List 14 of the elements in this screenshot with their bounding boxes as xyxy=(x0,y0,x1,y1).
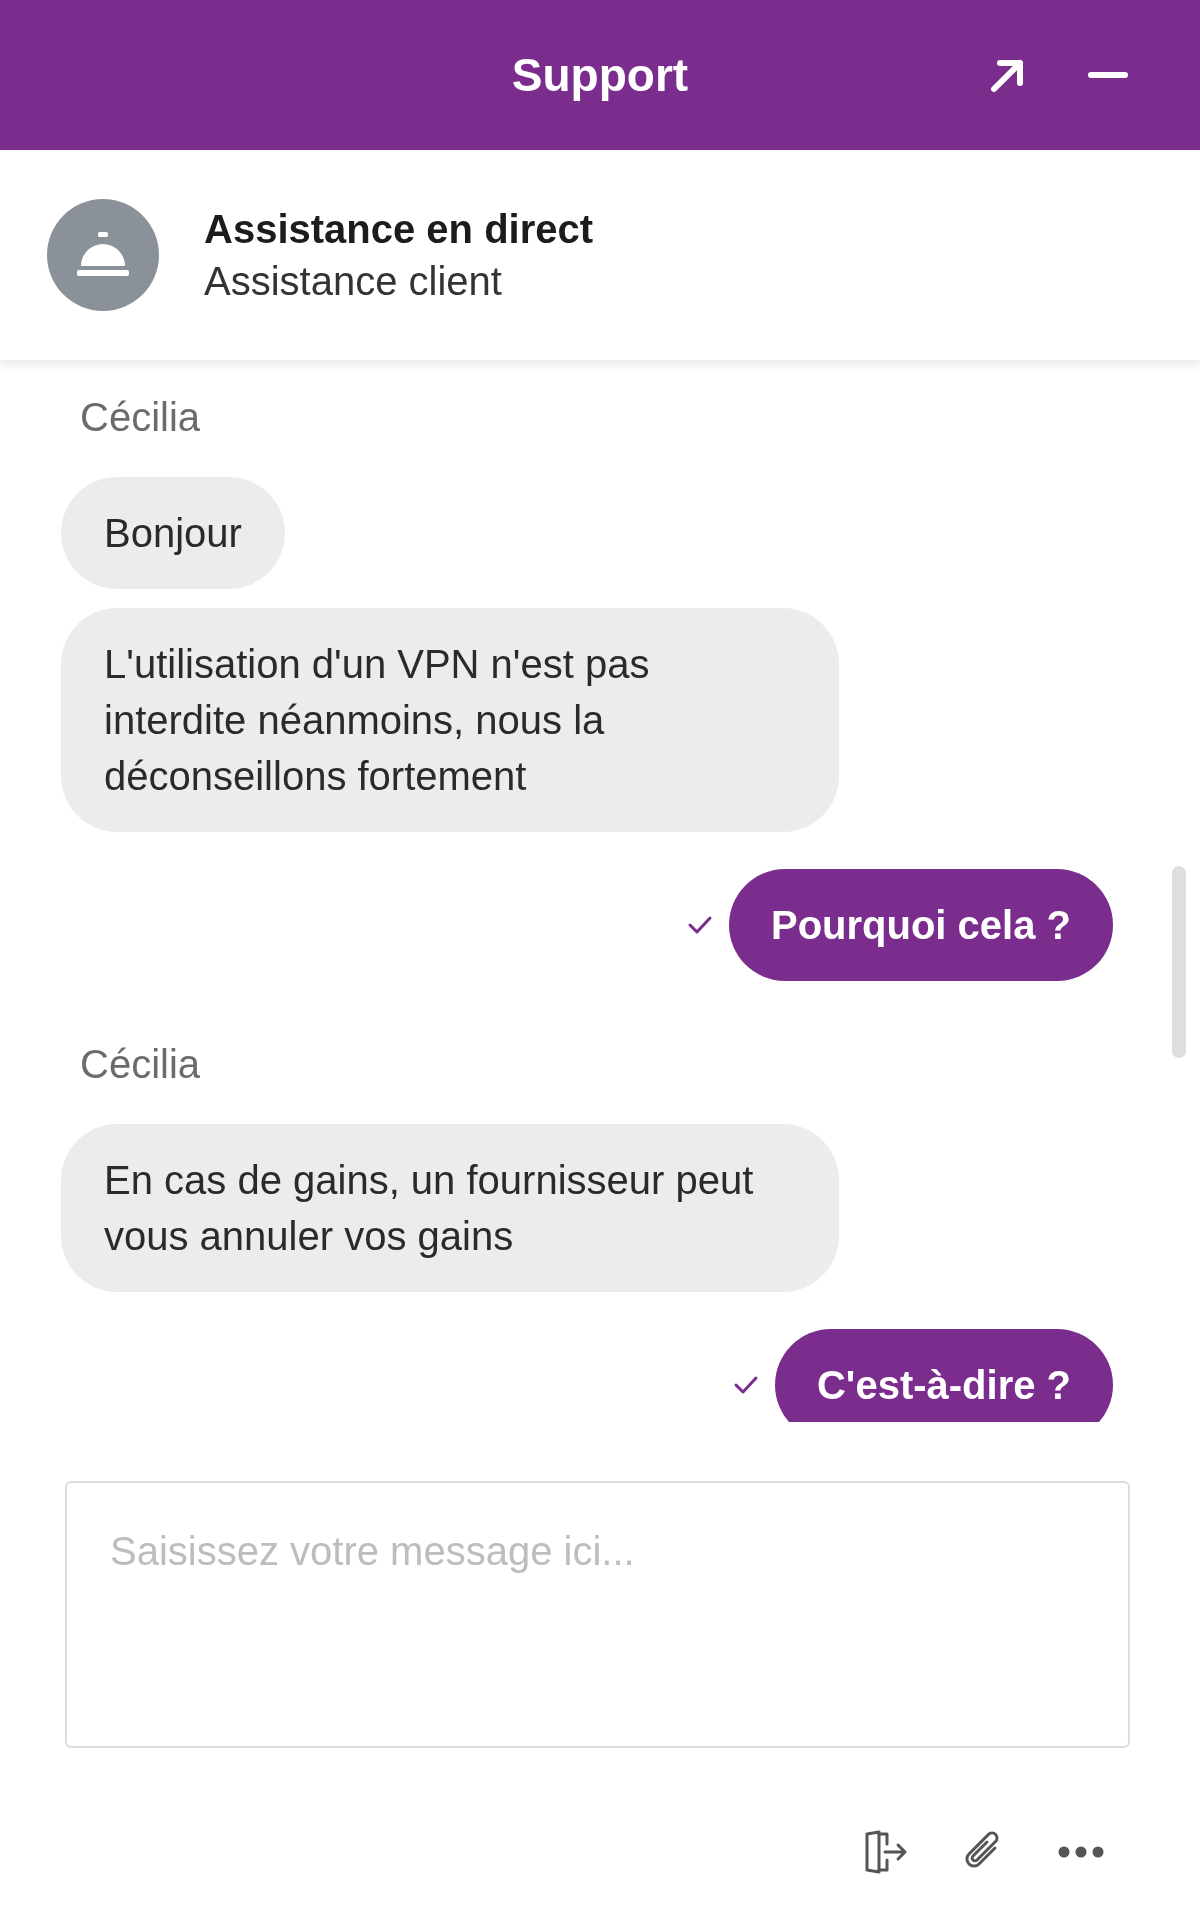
minimize-icon xyxy=(1088,71,1128,79)
sender-name: Cécilia xyxy=(79,394,202,440)
agent-message-bubble: Bonjour xyxy=(61,477,285,589)
agent-role: Assistance client xyxy=(204,258,503,305)
scrollbar-thumb[interactable] xyxy=(1172,866,1186,1058)
message-input-field[interactable]: Saisissez votre message ici... xyxy=(65,1481,1130,1748)
sender-name: Cécilia xyxy=(79,1041,202,1087)
user-message-bubble: C'est-à-dire ? xyxy=(775,1329,1113,1422)
agent-message-bubble: L'utilisation d'un VPN n'est pas interdite néanmoins, nous la déconseillons fortement xyxy=(61,608,839,832)
user-message-bubble: Pourquoi cela ? xyxy=(728,869,1113,981)
more-icon xyxy=(1057,1846,1105,1858)
agent-message-bubble: En cas de gains, un fournisseur peut vous annuler vos gains xyxy=(61,1124,839,1292)
agent-name: Assistance en direct xyxy=(204,206,594,253)
window-title: Support xyxy=(511,47,689,103)
